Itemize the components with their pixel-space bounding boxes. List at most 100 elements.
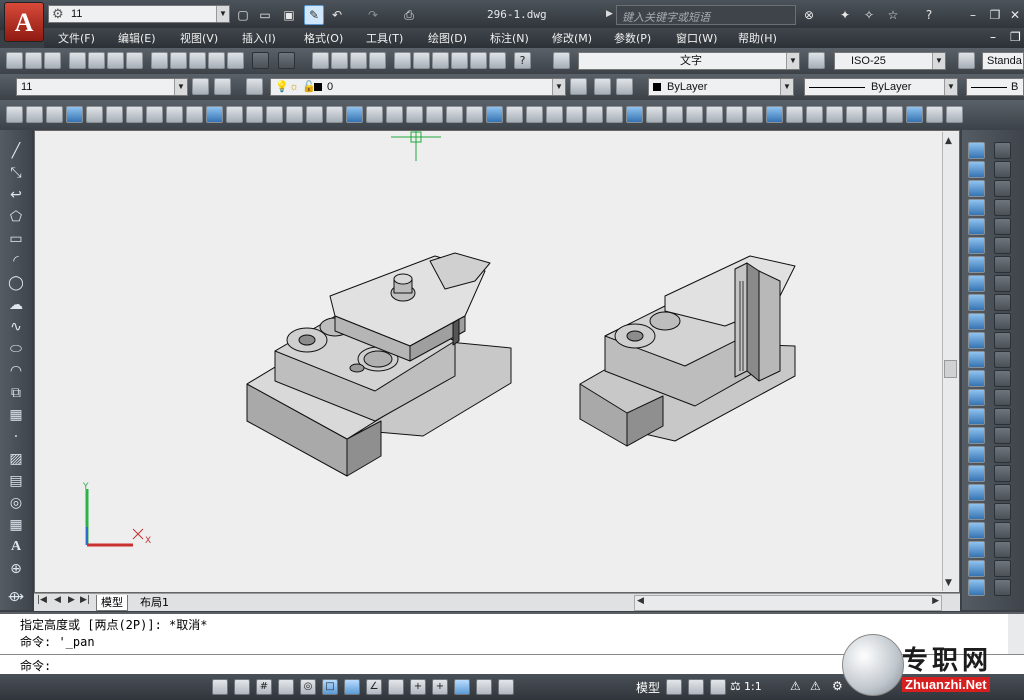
check-icon[interactable] bbox=[786, 106, 803, 123]
dim-angle-icon[interactable] bbox=[994, 180, 1011, 197]
slice-icon[interactable] bbox=[606, 106, 623, 123]
region-icon[interactable]: ◎ bbox=[7, 494, 25, 512]
match-properties-icon[interactable] bbox=[208, 52, 225, 69]
shell-icon[interactable] bbox=[766, 106, 783, 123]
doc-minimize-icon[interactable]: – bbox=[990, 30, 996, 44]
text-style-combo[interactable]: 文字 ▼ bbox=[578, 52, 800, 70]
clean-icon[interactable] bbox=[826, 106, 843, 123]
layer-previous-icon[interactable] bbox=[594, 78, 611, 95]
make-current-icon[interactable] bbox=[570, 78, 587, 95]
menu-view[interactable]: 视图(V) bbox=[180, 30, 218, 46]
viewport-clip-icon[interactable] bbox=[994, 579, 1011, 596]
diameter-icon[interactable] bbox=[994, 237, 1011, 254]
customize-icon[interactable] bbox=[214, 78, 231, 95]
color-edge-icon[interactable] bbox=[886, 106, 903, 123]
realistic-icon[interactable] bbox=[526, 106, 543, 123]
arc-length-icon[interactable] bbox=[994, 199, 1011, 216]
command-scrollbar[interactable] bbox=[1008, 614, 1024, 656]
layer-manager-icon[interactable] bbox=[246, 78, 263, 95]
linetype-combo[interactable]: ByLayer ▼ bbox=[804, 78, 958, 96]
save-icon[interactable]: ▣ bbox=[280, 6, 298, 24]
satellite-icon[interactable]: ✧ bbox=[860, 6, 878, 24]
print-icon[interactable] bbox=[69, 52, 86, 69]
preview-icon[interactable] bbox=[88, 52, 105, 69]
ortho-mode-icon[interactable] bbox=[278, 679, 294, 695]
pan-status-icon[interactable] bbox=[710, 679, 726, 695]
convert-solid-icon[interactable] bbox=[666, 106, 683, 123]
menu-parameter[interactable]: 参数(P) bbox=[614, 30, 651, 46]
leader-icon[interactable] bbox=[994, 484, 1011, 501]
3d-array-icon[interactable] bbox=[426, 106, 443, 123]
dim-space-icon[interactable] bbox=[994, 446, 1011, 463]
dynamic-input-icon[interactable]: + bbox=[410, 679, 426, 695]
rectangle-icon[interactable]: ▭ bbox=[7, 230, 25, 248]
3d-move-icon[interactable] bbox=[366, 106, 383, 123]
table-style-icon[interactable] bbox=[958, 52, 975, 69]
tab-next-icon[interactable]: ▶ bbox=[68, 595, 75, 605]
dim-style-icon[interactable] bbox=[808, 52, 825, 69]
baseline-icon[interactable] bbox=[994, 313, 1011, 330]
lineweight-toggle-icon[interactable]: + bbox=[432, 679, 448, 695]
grid-display-icon[interactable]: # bbox=[256, 679, 272, 695]
tab-last-icon[interactable]: ▶| bbox=[80, 595, 90, 605]
autoscale-icon[interactable]: ⚠ bbox=[810, 679, 821, 693]
wedge-icon[interactable] bbox=[46, 106, 63, 123]
model-space-label[interactable]: 模型 bbox=[636, 679, 660, 696]
workspace-switch-icon[interactable]: ⚙ bbox=[832, 679, 843, 693]
dim-style-combo[interactable]: ISO-25 ▼ bbox=[834, 52, 946, 70]
open-file-icon[interactable]: ▭ bbox=[256, 6, 274, 24]
dim-break-icon[interactable] bbox=[994, 427, 1011, 444]
annotation-scale[interactable]: 1:1 bbox=[744, 680, 762, 693]
flatten-shade-icon[interactable] bbox=[486, 106, 503, 123]
fillet-icon[interactable] bbox=[968, 465, 985, 482]
multiline-text-icon[interactable]: A bbox=[7, 538, 25, 556]
quick-view-drawings-icon[interactable] bbox=[688, 679, 704, 695]
center-mark-icon[interactable] bbox=[994, 351, 1011, 368]
layer-combo[interactable]: 💡 ☼ 🔓 0 ▼ bbox=[270, 78, 566, 96]
taper-face-icon[interactable] bbox=[746, 106, 763, 123]
break-icon[interactable] bbox=[968, 408, 985, 425]
undo-icon[interactable]: ↶ bbox=[328, 6, 346, 24]
infer-constraints-icon[interactable] bbox=[212, 679, 228, 695]
erase-icon[interactable] bbox=[968, 199, 985, 216]
tool-palettes-icon[interactable] bbox=[432, 52, 449, 69]
ucs-navigate-icon[interactable]: ⟴ bbox=[7, 588, 25, 606]
inspect-icon[interactable] bbox=[994, 465, 1011, 482]
chamfer-edge-icon[interactable] bbox=[866, 106, 883, 123]
help-tool-icon[interactable]: ? bbox=[514, 52, 531, 69]
gradient-icon[interactable]: ▤ bbox=[7, 472, 25, 490]
redo-tool-icon[interactable] bbox=[278, 52, 295, 69]
zoom-previous-icon[interactable] bbox=[369, 52, 386, 69]
make-block-icon[interactable]: ▦ bbox=[7, 406, 25, 424]
star-icon[interactable]: ☆ bbox=[884, 6, 902, 24]
new-file-icon[interactable]: ▢ bbox=[234, 6, 252, 24]
zoom-window-icon[interactable] bbox=[350, 52, 367, 69]
publish-icon[interactable] bbox=[107, 52, 124, 69]
menu-window[interactable]: 窗口(W) bbox=[676, 30, 717, 46]
copy-edge-icon[interactable] bbox=[906, 106, 923, 123]
extrude-icon[interactable] bbox=[206, 106, 223, 123]
quick-properties-icon[interactable] bbox=[476, 679, 492, 695]
point-icon[interactable]: · bbox=[7, 428, 25, 446]
conceptual-icon[interactable] bbox=[546, 106, 563, 123]
scroll-thumb[interactable] bbox=[944, 360, 957, 378]
pan-icon[interactable] bbox=[312, 52, 329, 69]
transparency-icon[interactable] bbox=[454, 679, 470, 695]
undo-tool-icon[interactable] bbox=[252, 52, 269, 69]
revision-cloud-icon[interactable]: ☁ bbox=[7, 296, 25, 314]
add-selected-icon[interactable]: ⊕ bbox=[7, 560, 25, 578]
dynamic-ucs-icon[interactable] bbox=[388, 679, 404, 695]
paste-icon[interactable] bbox=[189, 52, 206, 69]
loft-icon[interactable] bbox=[286, 106, 303, 123]
text-style-icon[interactable] bbox=[553, 52, 570, 69]
save-tool-icon[interactable] bbox=[44, 52, 61, 69]
layout-viewport-icon[interactable] bbox=[994, 560, 1011, 577]
visual-style-icon[interactable] bbox=[968, 161, 985, 178]
construction-line-icon[interactable]: ⤡ bbox=[7, 164, 25, 182]
planar-surface-icon[interactable] bbox=[186, 106, 203, 123]
3d-rotate-icon[interactable] bbox=[386, 106, 403, 123]
search-input[interactable]: 键入关键字或短语 bbox=[616, 5, 796, 25]
menu-file[interactable]: 文件(F) bbox=[58, 30, 95, 46]
scroll-up-icon[interactable]: ▲ bbox=[945, 136, 952, 146]
dim-text-icon[interactable] bbox=[994, 389, 1011, 406]
